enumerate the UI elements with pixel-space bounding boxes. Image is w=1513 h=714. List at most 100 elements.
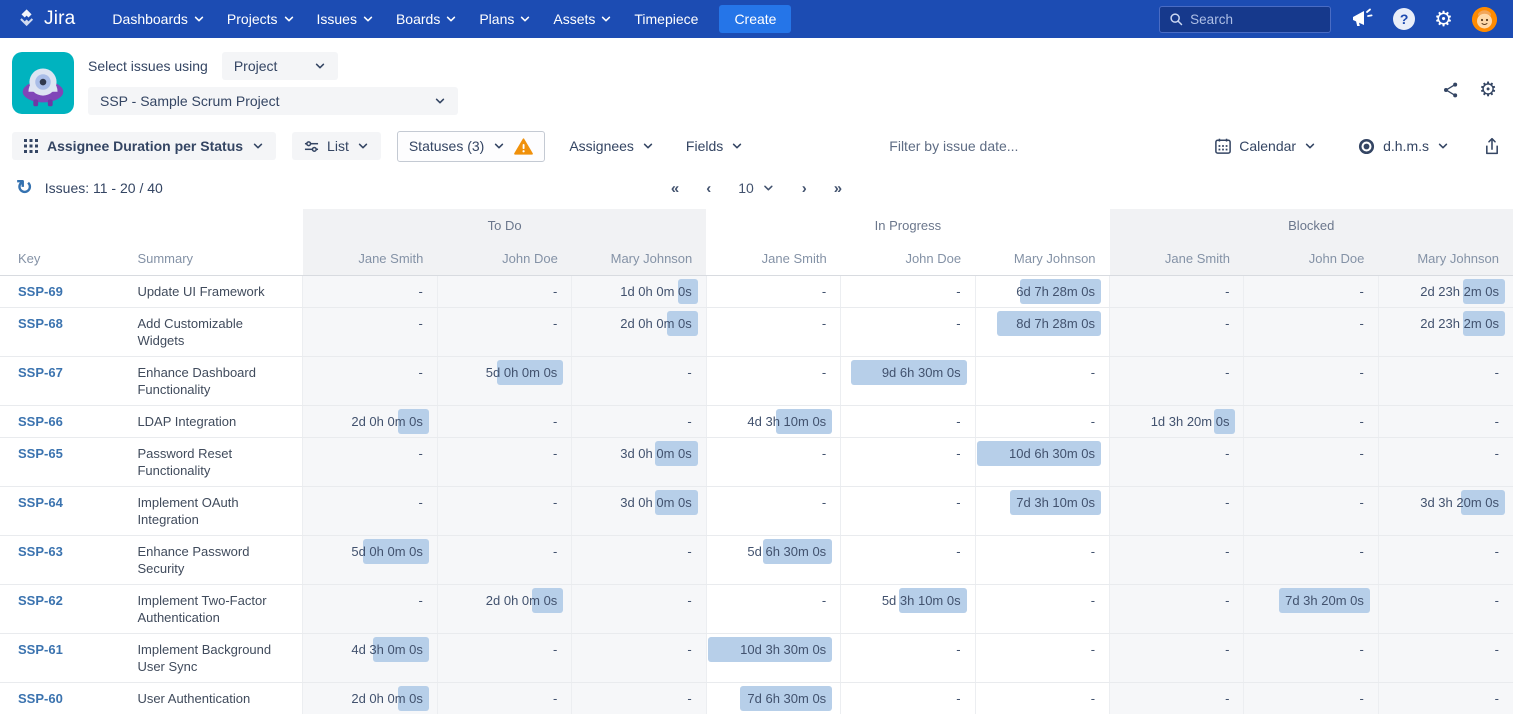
issue-key-link[interactable]: SSP-61 — [18, 642, 63, 657]
duration-cell: 3d 3h 20m 0s — [1378, 486, 1513, 535]
duration-cell: - — [437, 535, 571, 584]
assignee-column-header: Mary Johnson — [975, 242, 1109, 275]
time-format-button[interactable]: d.h.m.s — [1350, 132, 1457, 161]
calendar-icon — [1215, 138, 1231, 154]
issue-key-link[interactable]: SSP-63 — [18, 544, 63, 559]
refresh-icon[interactable]: ↻ — [16, 178, 33, 198]
duration-cell: - — [572, 682, 706, 714]
chevron-down-icon — [600, 13, 612, 25]
summary-cell: Enhance Dashboard Functionality — [137, 356, 303, 405]
summary-cell: Password Reset Functionality — [137, 437, 303, 486]
page-size-value: 10 — [738, 180, 754, 196]
project-select[interactable]: SSP - Sample Scrum Project — [88, 87, 458, 115]
nav-item-label: Assets — [553, 11, 595, 27]
fields-button[interactable]: Fields — [678, 132, 751, 160]
nav-item-assets[interactable]: Assets — [542, 0, 623, 38]
nav-item-timepiece[interactable]: Timepiece — [623, 0, 709, 38]
nav-item-projects[interactable]: Projects — [216, 0, 306, 38]
duration-cell: 4d 3h 10m 0s — [706, 405, 840, 437]
nav-item-plans[interactable]: Plans — [468, 0, 542, 38]
issue-key-link[interactable]: SSP-60 — [18, 691, 63, 706]
create-button[interactable]: Create — [719, 5, 791, 33]
issue-key-link[interactable]: SSP-64 — [18, 495, 63, 510]
report-type-button[interactable]: Assignee Duration per Status — [12, 132, 276, 160]
duration-cell: - — [841, 535, 975, 584]
user-avatar[interactable] — [1472, 7, 1497, 32]
duration-cell: - — [303, 486, 437, 535]
statuses-filter-button[interactable]: Statuses (3) — [397, 131, 545, 162]
duration-value: 7d 3h 10m 0s — [1016, 495, 1095, 510]
duration-cell: - — [706, 584, 840, 633]
report-type-label: Assignee Duration per Status — [47, 138, 243, 154]
issue-key-link[interactable]: SSP-62 — [18, 593, 63, 608]
help-icon[interactable]: ? — [1393, 8, 1415, 30]
megaphone-icon[interactable] — [1350, 8, 1374, 30]
assignee-column-header: Mary Johnson — [572, 242, 706, 275]
duration-cell: - — [1244, 535, 1378, 584]
duration-cell: - — [303, 584, 437, 633]
view-mode-button[interactable]: List — [292, 132, 381, 160]
nav-item-label: Dashboards — [112, 11, 188, 27]
view-mode-label: List — [327, 138, 349, 154]
export-icon[interactable] — [1483, 137, 1501, 156]
settings-gear-icon[interactable]: ⚙ — [1434, 9, 1453, 30]
table-row: SSP-68Add Customizable Widgets--2d 0h 0m… — [0, 307, 1513, 356]
warning-icon — [514, 138, 533, 155]
search-input[interactable] — [1190, 12, 1310, 27]
first-page-button[interactable]: « — [671, 180, 679, 197]
chevron-down-icon — [519, 13, 531, 25]
assignees-filter-button[interactable]: Assignees — [561, 132, 662, 160]
select-issues-label: Select issues using — [88, 58, 208, 74]
duration-cell: 5d 6h 30m 0s — [706, 535, 840, 584]
chevron-down-icon — [283, 13, 295, 25]
duration-cell: - — [1244, 405, 1378, 437]
duration-cell: - — [841, 633, 975, 682]
duration-cell: - — [1244, 486, 1378, 535]
duration-value: 10d 3h 30m 0s — [740, 642, 826, 657]
key-cell: SSP-68 — [0, 307, 137, 356]
duration-cell: - — [1378, 356, 1513, 405]
issue-key-link[interactable]: SSP-66 — [18, 414, 63, 429]
nav-item-label: Issues — [317, 11, 357, 27]
nav-item-dashboards[interactable]: Dashboards — [101, 0, 216, 38]
format-eye-icon — [1358, 138, 1375, 155]
duration-cell: - — [706, 486, 840, 535]
issue-key-link[interactable]: SSP-65 — [18, 446, 63, 461]
issue-key-link[interactable]: SSP-68 — [18, 316, 63, 331]
duration-cell: 5d 3h 10m 0s — [841, 584, 975, 633]
issue-key-link[interactable]: SSP-67 — [18, 365, 63, 380]
duration-value: 2d 0h 0m 0s — [351, 691, 423, 706]
search-box[interactable] — [1159, 6, 1331, 33]
last-page-button[interactable]: » — [834, 180, 842, 197]
summary-cell: Enhance Password Security — [137, 535, 303, 584]
duration-value: 7d 3h 20m 0s — [1285, 593, 1364, 608]
key-cell: SSP-62 — [0, 584, 137, 633]
brand-name: Jira — [44, 8, 75, 30]
duration-cell: - — [303, 307, 437, 356]
report-settings-gear-icon[interactable]: ⚙ — [1479, 80, 1497, 100]
duration-cell: 2d 0h 0m 0s — [303, 405, 437, 437]
nav-item-boards[interactable]: Boards — [385, 0, 468, 38]
duration-value: 3d 3h 20m 0s — [1420, 495, 1499, 510]
duration-cell: - — [1110, 307, 1244, 356]
issue-source-select[interactable]: Project — [222, 52, 338, 80]
issue-key-link[interactable]: SSP-69 — [18, 284, 63, 299]
duration-cell: 1d 3h 20m 0s — [1110, 405, 1244, 437]
share-icon[interactable] — [1441, 80, 1461, 100]
duration-cell: - — [841, 307, 975, 356]
column-header-row: KeySummaryJane SmithJohn DoeMary Johnson… — [0, 242, 1513, 275]
table-row: SSP-67Enhance Dashboard Functionality-5d… — [0, 356, 1513, 405]
nav-item-issues[interactable]: Issues — [306, 0, 385, 38]
duration-cell: - — [706, 307, 840, 356]
duration-value: 4d 3h 0m 0s — [351, 642, 423, 657]
jira-logo[interactable]: Jira — [16, 8, 75, 30]
calendar-button[interactable]: Calendar — [1207, 132, 1324, 160]
duration-cell: - — [841, 275, 975, 307]
key-cell: SSP-66 — [0, 405, 137, 437]
page-size-select[interactable]: 10 — [738, 180, 775, 196]
issue-date-filter-input[interactable]: Filter by issue date... — [889, 138, 1018, 154]
duration-cell: - — [975, 356, 1109, 405]
prev-page-button[interactable]: ‹ — [706, 180, 711, 197]
duration-cell: - — [841, 486, 975, 535]
next-page-button[interactable]: › — [802, 180, 807, 197]
